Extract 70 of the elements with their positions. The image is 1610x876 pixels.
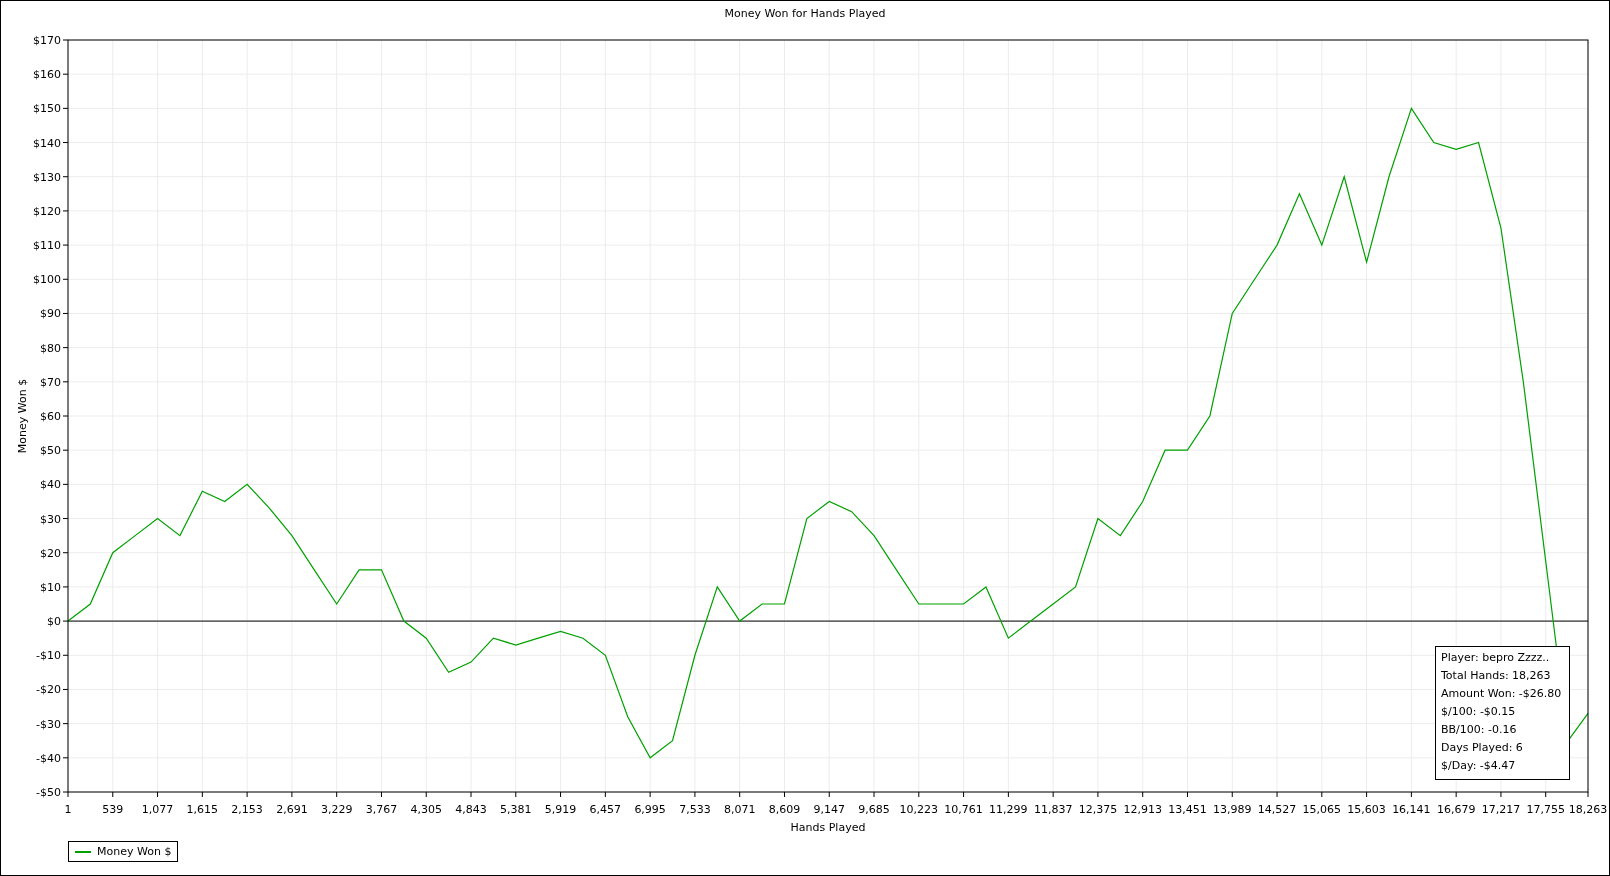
y-tick-label: $60 [40, 410, 61, 423]
x-tick-label: 4,305 [410, 803, 442, 816]
x-tick-label: 1,615 [186, 803, 219, 816]
x-tick-label: 7,533 [679, 803, 711, 816]
x-tick-label: 11,299 [989, 803, 1028, 816]
x-axis-title: Hands Played [790, 821, 866, 834]
y-tick-label: $20 [40, 546, 61, 560]
x-tick-label: 15,603 [1347, 803, 1386, 816]
y-tick-label: $130 [33, 170, 61, 184]
y-tick-label: $100 [33, 273, 61, 287]
y-tick-label: $110 [33, 239, 61, 253]
x-tick-label: 4,843 [455, 803, 487, 816]
y-tick-label: $30 [40, 512, 61, 526]
x-tick-label: 6,457 [589, 803, 622, 816]
y-tick-label: -$30 [36, 717, 61, 731]
y-tick-label: -$50 [36, 786, 61, 799]
x-tick-label: 10,223 [899, 803, 939, 816]
stat-text: $/Day: -$4.47 [1441, 759, 1517, 773]
chart-title: Money Won for Hands Played [723, 6, 887, 22]
x-tick-label: 5,919 [544, 803, 577, 816]
x-tick-label: 13,989 [1213, 803, 1252, 816]
legend-swatch-icon [75, 850, 91, 853]
y-tick-label: $10 [40, 580, 61, 594]
x-tick-label: 1,077 [141, 803, 174, 816]
x-tick-label: 539 [102, 803, 124, 816]
x-tick-label: 16,679 [1436, 803, 1476, 816]
x-tick-label: 3,767 [365, 803, 398, 816]
y-tick-label: $170 [33, 34, 61, 47]
x-tick-label: 8,609 [768, 803, 801, 816]
y-tick-label: -$10 [36, 649, 61, 663]
x-tick-label: 12,913 [1123, 803, 1162, 816]
y-tick-label: $0 [47, 615, 61, 629]
stat-text: Days Played: 6 [1441, 741, 1524, 755]
legend-label: Money Won $ [97, 845, 172, 858]
x-tick-label: 12,375 [1078, 803, 1118, 816]
x-tick-label: 14,527 [1257, 803, 1297, 816]
y-tick-label: $40 [40, 478, 61, 492]
x-tick-label: 18,263 [1568, 803, 1608, 816]
x-tick-label: 8,071 [723, 803, 756, 816]
y-tick-label: $80 [40, 341, 61, 355]
x-tick-label: 17,217 [1481, 803, 1521, 816]
y-axis-title: Money Won $ [16, 378, 29, 454]
stat-text: BB/100: -0.16 [1441, 723, 1518, 737]
stat-text: $/100: -$0.15 [1441, 705, 1517, 719]
x-tick-label: 13,451 [1168, 803, 1207, 816]
y-tick-label: -$20 [36, 683, 61, 697]
x-tick-label: 3,229 [320, 803, 353, 816]
x-tick-label: 15,065 [1302, 803, 1342, 816]
y-tick-label: $70 [40, 375, 61, 389]
stat-text: Amount Won: -$26.80 [1441, 687, 1563, 701]
x-tick-label: 2,691 [276, 803, 308, 816]
y-tick-label: $160 [33, 68, 61, 82]
x-tick-label: 16,141 [1392, 803, 1431, 816]
x-tick-label: 11,837 [1033, 803, 1073, 816]
y-tick-label: $50 [40, 444, 61, 458]
y-tick-label: $140 [33, 136, 61, 150]
y-tick-label: $90 [40, 307, 61, 321]
y-tick-label: $150 [33, 102, 61, 116]
x-tick-label: 2,153 [231, 803, 263, 816]
x-tick-label: 10,761 [944, 803, 983, 816]
x-tick-label: 6,995 [634, 803, 666, 816]
x-tick-label: 1 [64, 803, 72, 816]
x-tick-label: 9,147 [813, 803, 845, 816]
x-tick-label: 9,685 [858, 803, 890, 816]
stat-text: Total Hands: 18,263 [1441, 669, 1552, 683]
x-tick-label: 5,381 [500, 803, 532, 816]
stat-text: Player: bepro Zzzz.. [1441, 651, 1551, 665]
y-tick-label: $120 [33, 204, 61, 218]
y-tick-label: -$40 [36, 751, 61, 765]
x-tick-label: 17,755 [1526, 803, 1565, 816]
